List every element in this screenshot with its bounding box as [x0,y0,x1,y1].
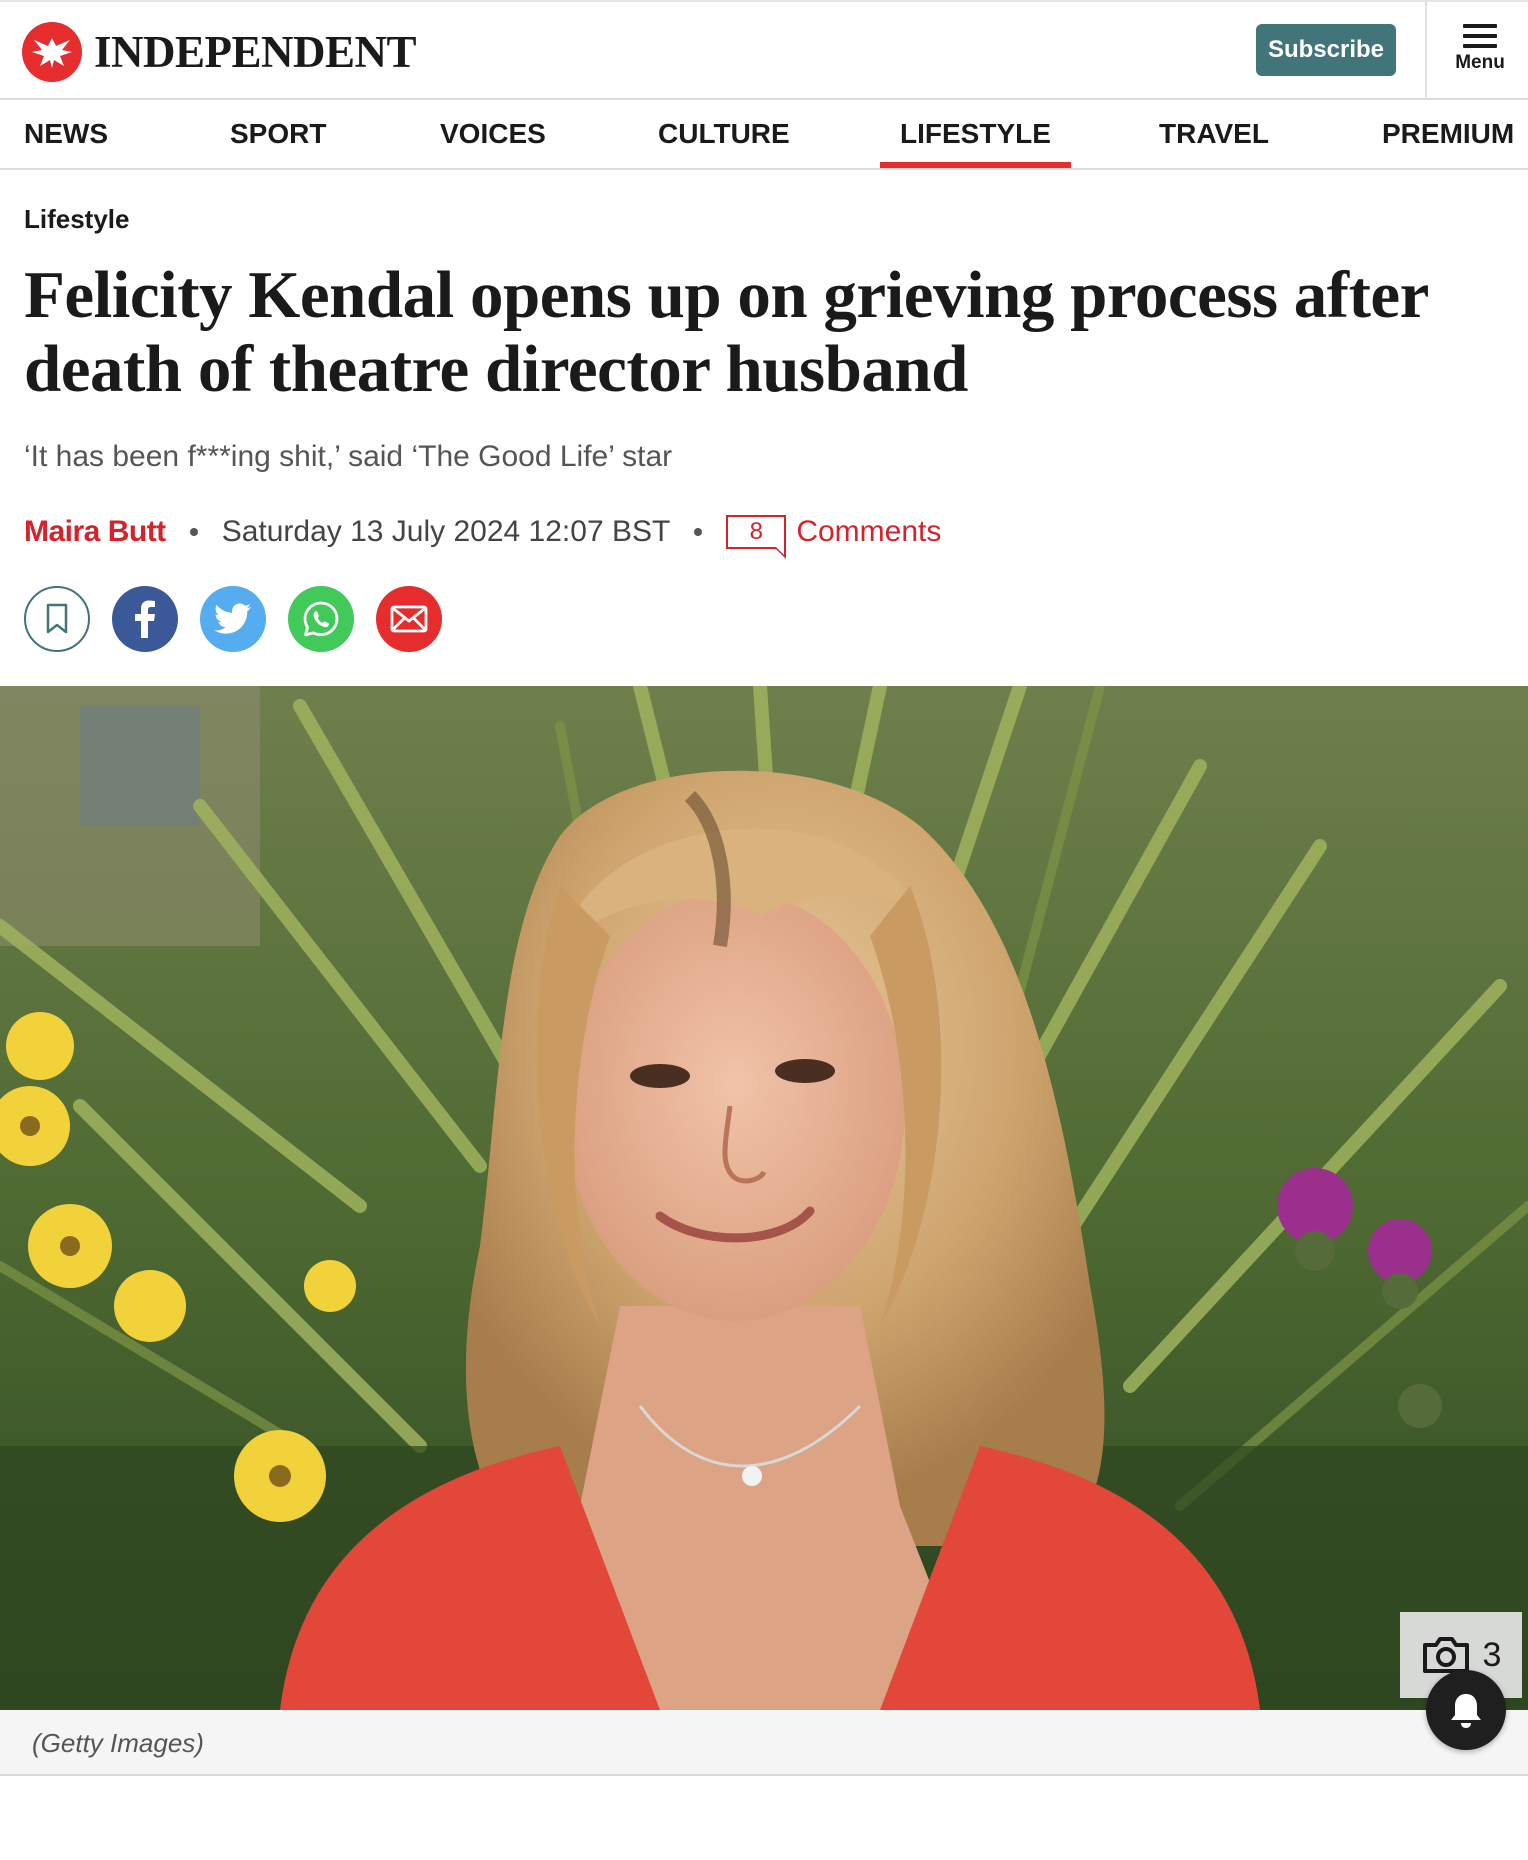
hero-photo-illustration [0,686,1528,1710]
separator-dot [694,528,703,536]
nav-item-lifestyle[interactable]: LIFESTYLE [880,100,1071,168]
comment-count: 8 [749,518,763,545]
hamburger-icon [1463,24,1497,54]
section-label[interactable]: Lifestyle [24,204,130,235]
menu-button[interactable]: Menu [1432,16,1528,86]
comment-count-icon: 8 [726,515,787,559]
email-share-button[interactable] [376,586,442,652]
whatsapp-share-button[interactable] [288,586,354,652]
eagle-logo-icon [22,22,82,82]
hero-image[interactable] [0,686,1528,1710]
subscribe-button[interactable]: Subscribe [1256,24,1396,76]
comments-label: Comments [796,515,942,548]
bookmark-icon [46,603,68,634]
nav-item-voices[interactable]: VOICES [440,100,546,168]
article-standfirst: ‘It has been f***ing shit,’ said ‘The Go… [24,440,673,473]
section-nav: NEWS SPORT VOICES CULTURE LIFESTYLE TRAV… [0,100,1528,170]
logo-wordmark: INDEPENDENT [94,27,417,77]
site-logo[interactable]: INDEPENDENT [22,22,417,82]
facebook-share-button[interactable] [112,586,178,652]
whatsapp-icon [303,601,339,637]
author-link[interactable]: Maira Butt [24,515,166,549]
camera-icon [1422,1637,1469,1673]
share-bar [24,586,464,652]
publish-date: Saturday 13 July 2024 12:07 BST [221,515,671,548]
nav-item-sport[interactable]: SPORT [230,100,326,168]
twitter-share-button[interactable] [200,586,266,652]
article-headline: Felicity Kendal opens up on grieving pro… [24,258,1428,406]
menu-label: Menu [1455,52,1505,73]
bell-icon [1451,1694,1481,1728]
separator-dot [189,528,198,536]
comments-link[interactable]: 8 Comments [726,515,942,559]
notifications-button[interactable] [1426,1670,1506,1750]
image-caption-bar: (Getty Images) [0,1710,1528,1776]
byline: Maira Butt Saturday 13 July 2024 12:07 B… [24,512,942,559]
twitter-icon [214,603,251,634]
nav-item-travel[interactable]: TRAVEL [1159,100,1269,168]
bookmark-button[interactable] [24,586,90,652]
site-header: INDEPENDENT Subscribe Menu [0,0,1528,100]
nav-item-culture[interactable]: CULTURE [658,100,790,168]
image-caption: (Getty Images) [32,1728,204,1758]
gallery-count: 3 [1482,1635,1502,1674]
facebook-icon [135,600,155,638]
nav-item-premium[interactable]: PREMIUM [1382,100,1514,168]
header-divider [1425,2,1427,100]
nav-item-news[interactable]: NEWS [24,100,108,168]
email-icon [390,605,428,633]
